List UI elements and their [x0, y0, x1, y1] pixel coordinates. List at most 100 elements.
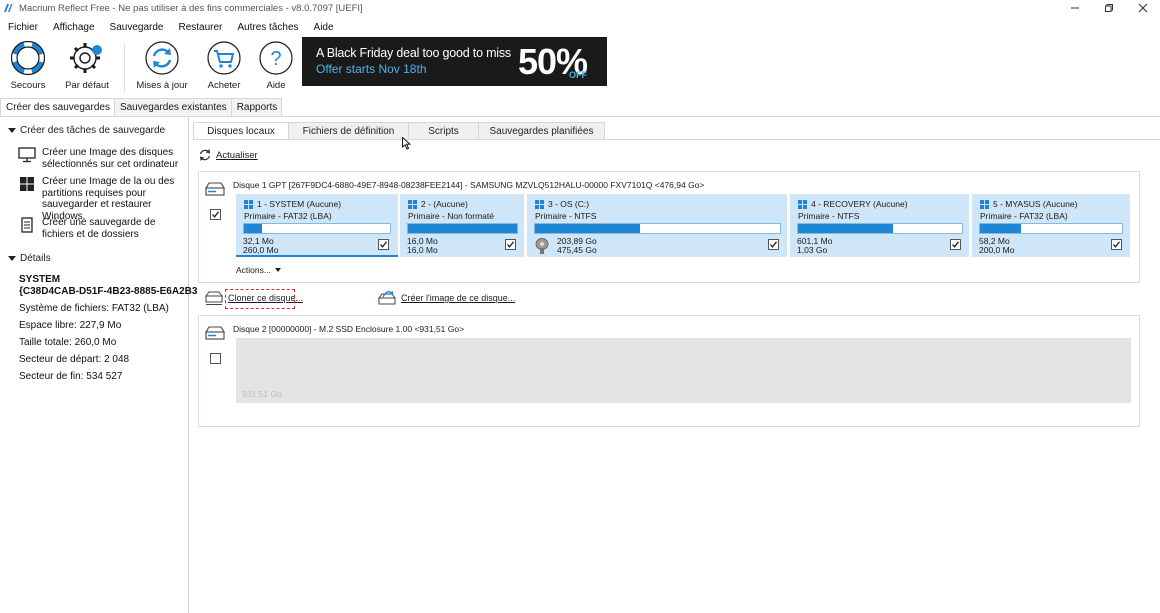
detail-name-line2: {C38D4CAB-D51F-4B23-8885-E6A2B3 — [19, 286, 198, 297]
total-size: 475,45 Go — [557, 245, 597, 255]
tasks-section-header[interactable]: Créer des tâches de sauvegarde — [8, 125, 165, 136]
minimize-button[interactable] — [1058, 0, 1092, 16]
task-file-folder-backup[interactable]: Créer une sauvegarde de fichiers et de d… — [18, 217, 186, 240]
updates-button[interactable]: Mises à jour — [136, 41, 188, 95]
clone-disk-icon — [205, 291, 223, 305]
partition-checkbox[interactable] — [768, 239, 779, 250]
tab-local-disks[interactable]: Disques locaux — [193, 122, 289, 140]
usage-bar — [534, 223, 781, 234]
restore-icon — [1105, 4, 1113, 12]
banner-line1: A Black Friday deal too good to miss — [316, 46, 511, 60]
title-bar: Macrium Reflect Free - Ne pas utiliser à… — [0, 0, 1160, 16]
partition-3[interactable]: 3 - OS (C:) Primaire - NTFS 203,89 Go 475… — [527, 194, 787, 257]
unallocated-space[interactable]: 931,51 Go — [236, 338, 1131, 403]
usage-fill — [408, 224, 517, 233]
checkmark-icon — [507, 241, 515, 248]
help-label: Aide — [266, 80, 286, 91]
close-button[interactable] — [1126, 0, 1160, 16]
partition-sizes: 601,1 Mo 1,03 Go — [797, 237, 832, 255]
buy-button[interactable]: Acheter — [198, 41, 250, 95]
svg-text:?: ? — [270, 48, 281, 70]
tab-existing-backups[interactable]: Sauvegardes existantes — [113, 98, 232, 116]
partition-checkbox[interactable] — [378, 239, 389, 250]
detail-free-space: Espace libre: 227,9 Mo — [19, 320, 122, 331]
partition-4[interactable]: 4 - RECOVERY (Aucune) Primaire - NTFS 60… — [790, 194, 969, 257]
collapse-triangle-icon — [8, 256, 16, 261]
partition-header: 1 - SYSTEM (Aucune) — [257, 199, 342, 209]
defaults-button[interactable]: Par défaut — [61, 41, 113, 95]
task-image-selected-disks[interactable]: Créer une Image des disques sélectionnés… — [18, 147, 186, 170]
details-header-label: Détails — [20, 253, 51, 264]
main-tabs: Créer des sauvegardes Sauvegardes exista… — [0, 98, 283, 116]
unallocated-size: 931,51 Go — [242, 389, 282, 399]
detail-total-size: Taille totale: 260,0 Mo — [19, 337, 117, 348]
checkmark-icon — [380, 241, 388, 248]
partition-sizes: 58,2 Mo 200,0 Mo — [979, 237, 1014, 255]
checkmark-icon — [952, 241, 960, 248]
partition-checkbox[interactable] — [505, 239, 516, 250]
partition-header: 3 - OS (C:) — [548, 199, 590, 209]
black-friday-banner[interactable]: A Black Friday deal too good to miss Off… — [302, 37, 607, 86]
help-button[interactable]: ? Aide — [250, 41, 302, 95]
dropdown-arrow-icon — [274, 268, 281, 272]
disk2-checkbox[interactable] — [210, 353, 221, 364]
partition-type: Primaire - FAT32 (LBA) — [244, 211, 332, 221]
detail-start-sector: Secteur de départ: 2 048 — [19, 354, 130, 365]
hard-disk-icon — [205, 182, 225, 196]
menu-fichier[interactable]: Fichier — [0, 22, 45, 33]
disk-view-tabs: Disques locaux Fichiers de définition Sc… — [193, 122, 605, 140]
disk-tabs-divider — [193, 139, 1160, 140]
partition-2[interactable]: 2 - (Aucune) Primaire - Non formaté 16,0… — [400, 194, 524, 257]
menu-restaurer[interactable]: Restaurer — [170, 22, 229, 33]
partition-5[interactable]: 5 - MYASUS (Aucune) Primaire - FAT32 (LB… — [972, 194, 1130, 257]
tab-definition-files[interactable]: Fichiers de définition — [288, 122, 409, 140]
tab-create-backups[interactable]: Créer des sauvegardes — [0, 98, 115, 116]
usage-fill — [244, 224, 262, 233]
usage-bar — [797, 223, 963, 234]
partition-type: Primaire - NTFS — [798, 211, 860, 221]
minimize-icon — [1071, 7, 1079, 9]
disk1-checkbox[interactable] — [210, 209, 221, 220]
menu-autres-taches[interactable]: Autres tâches — [229, 22, 305, 33]
partition-header: 2 - (Aucune) — [421, 199, 468, 209]
hard-disk-icon — [205, 326, 225, 340]
menu-aide[interactable]: Aide — [306, 22, 341, 33]
partition-checkbox[interactable] — [1111, 239, 1122, 250]
menu-affichage[interactable]: Affichage — [45, 22, 102, 33]
windows-icon — [798, 199, 807, 209]
refresh-link[interactable]: Actualiser — [198, 148, 258, 162]
monitor-icon — [18, 147, 36, 163]
tab-scheduled-backups[interactable]: Sauvegardes planifiées — [478, 122, 605, 140]
image-disk-link[interactable]: Créer l'image de ce disque... — [377, 290, 515, 306]
rescue-button[interactable]: Secours — [2, 41, 54, 95]
refresh-icon — [145, 41, 179, 75]
partition-sizes: 32,1 Mo 260,0 Mo — [243, 237, 278, 255]
collapse-triangle-icon — [8, 128, 16, 133]
details-section-header[interactable]: Détails — [8, 253, 51, 264]
usage-fill — [798, 224, 894, 233]
menu-sauvegarde[interactable]: Sauvegarde — [102, 22, 171, 33]
restore-button[interactable] — [1092, 0, 1126, 16]
tasks-header-label: Créer des tâches de sauvegarde — [20, 125, 166, 136]
tab-reports[interactable]: Rapports — [230, 98, 283, 116]
checkmark-icon — [770, 241, 778, 248]
task-label: Créer une Image des disques sélectionnés… — [42, 147, 179, 170]
checkmark-icon — [212, 211, 220, 218]
partition-checkbox[interactable] — [950, 239, 961, 250]
windows-icon — [244, 199, 253, 209]
partition-type: Primaire - FAT32 (LBA) — [980, 211, 1068, 221]
windows-icon — [20, 177, 34, 191]
clone-highlight-box — [225, 289, 295, 309]
total-size: 260,0 Mo — [243, 245, 279, 255]
partition-type: Primaire - Non formaté — [408, 211, 494, 221]
image-disk-icon — [378, 290, 396, 305]
task-image-windows-partitions[interactable]: Créer une Image de la ou des partitions … — [18, 176, 186, 222]
windows-icon — [408, 199, 417, 209]
tab-scripts[interactable]: Scripts — [408, 122, 479, 140]
actions-dropdown[interactable]: Actions... — [236, 265, 281, 275]
partition-1[interactable]: 1 - SYSTEM (Aucune) Primaire - FAT32 (LB… — [236, 194, 398, 257]
total-size: 1,03 Go — [797, 245, 828, 255]
detail-name-line1: SYSTEM — [19, 274, 61, 285]
total-size: 200,0 Mo — [979, 245, 1015, 255]
left-panel: Créer des tâches de sauvegarde Créer une… — [0, 117, 197, 613]
